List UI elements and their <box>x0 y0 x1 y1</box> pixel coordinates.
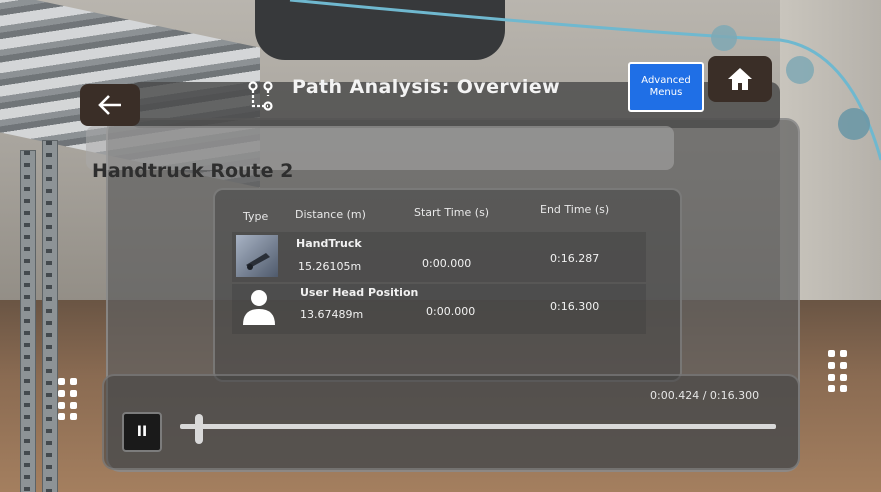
row-name: User Head Position <box>300 286 419 299</box>
pause-button[interactable]: II <box>122 412 162 452</box>
home-icon <box>728 68 752 90</box>
back-button[interactable] <box>80 84 140 126</box>
home-button[interactable] <box>708 56 772 102</box>
row-end-time: 0:16.300 <box>550 300 600 313</box>
time-readout: 0:00.424 / 0:16.300 <box>650 389 760 402</box>
left-drag-grip-icon[interactable] <box>58 378 82 420</box>
handtruck-icon <box>236 235 278 277</box>
column-header-distance: Distance (m) <box>295 208 366 221</box>
column-header-end-time: End Time (s) <box>540 203 610 216</box>
row-start-time: 0:00.000 <box>426 305 476 318</box>
user-head-icon <box>243 290 275 325</box>
route-title: Handtruck Route 2 <box>92 160 294 182</box>
column-header-start-time: Start Time (s) <box>414 206 490 219</box>
path-analysis-icon <box>248 81 273 111</box>
column-header-type: Type <box>243 210 269 223</box>
timeline-slider-track[interactable] <box>180 424 776 429</box>
timeline-slider-thumb[interactable] <box>195 414 204 444</box>
row-end-time: 0:16.287 <box>550 252 600 265</box>
right-drag-grip-icon[interactable] <box>828 350 852 392</box>
row-name: HandTruck <box>296 237 362 250</box>
arrow-left-icon <box>98 95 121 115</box>
advanced-menus-button[interactable]: Advanced Menus <box>628 62 704 112</box>
row-distance: 13.67489m <box>300 308 364 321</box>
page-title: Path Analysis: Overview <box>292 76 561 98</box>
row-start-time: 0:00.000 <box>422 257 472 270</box>
row-distance: 15.26105m <box>298 260 362 273</box>
